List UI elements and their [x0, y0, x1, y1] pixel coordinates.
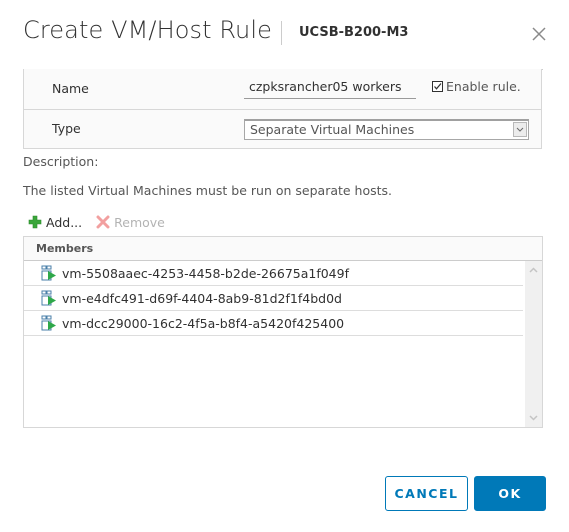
- member-name: vm-e4dfc491-d69f-4404-8ab9-81d2f1f4bd0d: [62, 290, 342, 306]
- members-grid: Members vm-5508aaec-4253-4458-b2de-26675…: [23, 236, 543, 428]
- vm-icon: [41, 265, 56, 281]
- member-row[interactable]: vm-e4dfc491-d69f-4404-8ab9-81d2f1f4bd0d: [24, 286, 523, 311]
- member-row[interactable]: vm-5508aaec-4253-4458-b2de-26675a1f049f: [24, 261, 523, 286]
- members-column-header[interactable]: Members: [24, 237, 542, 261]
- remove-label: Remove: [114, 214, 165, 230]
- rule-form: Name Enable rule. Type Separate Virtual …: [23, 69, 542, 149]
- description-label: Description:: [23, 154, 99, 169]
- close-button[interactable]: [530, 25, 548, 43]
- remove-x-icon: [96, 215, 110, 229]
- close-icon: [532, 27, 546, 41]
- remove-button[interactable]: Remove: [96, 215, 165, 230]
- checkmark-icon: [434, 83, 442, 90]
- member-name: vm-dcc29000-16c2-4f5a-b8f4-a5420f425400: [62, 315, 345, 331]
- members-toolbar: Add... Remove: [28, 214, 179, 230]
- vm-icon: [41, 290, 56, 306]
- name-label: Name: [52, 81, 89, 96]
- type-label: Type: [52, 121, 81, 136]
- plus-icon: [28, 215, 42, 229]
- enable-rule-label: Enable rule.: [446, 79, 521, 94]
- name-row: Name Enable rule.: [24, 69, 541, 110]
- cancel-button[interactable]: CANCEL: [385, 476, 468, 511]
- members-list: vm-5508aaec-4253-4458-b2de-26675a1f049f …: [24, 261, 525, 427]
- chevron-down-icon: [516, 127, 524, 132]
- add-button[interactable]: Add...: [28, 215, 82, 230]
- scroll-down-icon[interactable]: [528, 414, 539, 422]
- select-dropdown-button[interactable]: [513, 122, 527, 137]
- description-text: The listed Virtual Machines must be run …: [23, 183, 393, 198]
- add-label: Add...: [46, 214, 83, 230]
- title-separator: [281, 21, 282, 45]
- type-row: Type Separate Virtual Machines: [24, 109, 541, 149]
- member-name: vm-5508aaec-4253-4458-b2de-26675a1f049f: [62, 265, 349, 281]
- enable-rule-checkbox[interactable]: Enable rule.: [432, 79, 521, 94]
- checkbox-box[interactable]: [432, 81, 443, 92]
- scroll-up-icon[interactable]: [528, 266, 539, 274]
- dialog-title: Create VM/Host Rule: [23, 16, 273, 44]
- ok-button[interactable]: OK: [474, 476, 546, 511]
- members-scrollbar[interactable]: [525, 261, 542, 427]
- name-input[interactable]: [244, 75, 416, 99]
- vm-icon: [41, 315, 56, 331]
- member-row[interactable]: vm-dcc29000-16c2-4f5a-b8f4-a5420f425400: [24, 311, 523, 336]
- dialog-subtitle: UCSB-B200-M3: [299, 25, 409, 40]
- type-select[interactable]: Separate Virtual Machines: [244, 119, 529, 140]
- type-selected-value: Separate Virtual Machines: [250, 122, 415, 137]
